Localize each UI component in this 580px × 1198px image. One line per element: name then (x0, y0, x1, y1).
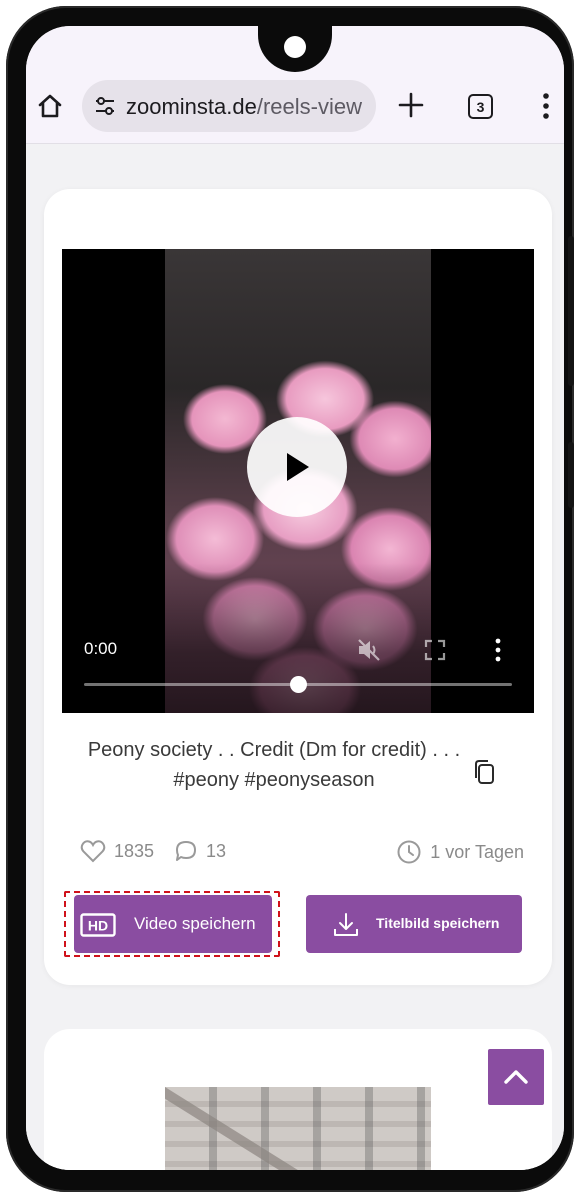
thumbnail-beam (165, 1087, 301, 1170)
address-bar[interactable]: zoominsta.de/reels-view (82, 80, 376, 132)
hd-icon: HD (80, 913, 116, 937)
plus-icon[interactable] (398, 92, 424, 118)
play-icon (287, 453, 309, 481)
post-date: 1 vor Tagen (430, 841, 524, 862)
tabs-icon[interactable]: 3 (468, 94, 493, 119)
home-icon[interactable] (36, 92, 64, 120)
save-thumbnail-button[interactable]: Titelbild speichern (306, 895, 522, 953)
video-player[interactable]: 0:00 (62, 249, 534, 713)
next-reel-card (44, 1029, 552, 1170)
post-caption: Peony society . . Credit (Dm for credit)… (87, 739, 461, 791)
fullscreen-icon[interactable] (424, 639, 446, 661)
comments-count: 13 (206, 840, 227, 861)
speech-bubble-icon (176, 841, 196, 861)
save-video-label: Video speichern (134, 914, 256, 933)
video-progress-bar[interactable] (84, 676, 512, 693)
play-button[interactable] (247, 417, 347, 517)
url-path: /reels-view (256, 94, 362, 119)
clock-icon (397, 840, 421, 864)
likes-count: 1835 (114, 840, 155, 861)
save-thumbnail-label: Titelbild speichern (376, 915, 500, 931)
progress-thumb[interactable] (290, 676, 307, 693)
kebab-menu-icon[interactable] (536, 92, 556, 120)
volume-button (568, 236, 574, 386)
next-reel-thumbnail[interactable] (165, 1087, 431, 1170)
chevron-up-icon (504, 1070, 528, 1084)
url-text: zoominsta.de/reels-view (126, 94, 362, 120)
hd-badge: HD (88, 918, 108, 934)
tab-count: 3 (476, 98, 485, 115)
phone-screen: zoominsta.de/reels-view 3 0:00 Peony soc… (26, 26, 564, 1170)
download-icon (334, 913, 358, 936)
phone-frame: zoominsta.de/reels-view 3 0:00 Peony soc… (6, 6, 574, 1192)
likes-stat: 1835 (80, 839, 154, 863)
date-stat: 1 vor Tagen (396, 839, 524, 865)
front-camera (284, 36, 306, 58)
power-button (568, 442, 574, 508)
mute-icon[interactable] (356, 637, 382, 663)
save-video-button[interactable]: HD Video speichern (74, 895, 272, 953)
video-time: 0:00 (84, 639, 118, 658)
copy-icon[interactable] (472, 759, 496, 785)
page-content: 0:00 Peony society . . Credit (Dm for cr… (26, 145, 564, 1170)
comments-stat: 13 (174, 839, 226, 863)
reel-card: 0:00 Peony society . . Credit (Dm for cr… (44, 189, 552, 985)
post-stats: 1835 13 1 vor Tagen (80, 839, 524, 869)
scroll-to-top-button[interactable] (488, 1049, 544, 1105)
tune-icon[interactable] (94, 95, 116, 117)
heart-icon (80, 840, 106, 863)
video-menu-icon[interactable] (492, 637, 504, 663)
url-domain: zoominsta.de (126, 94, 257, 119)
